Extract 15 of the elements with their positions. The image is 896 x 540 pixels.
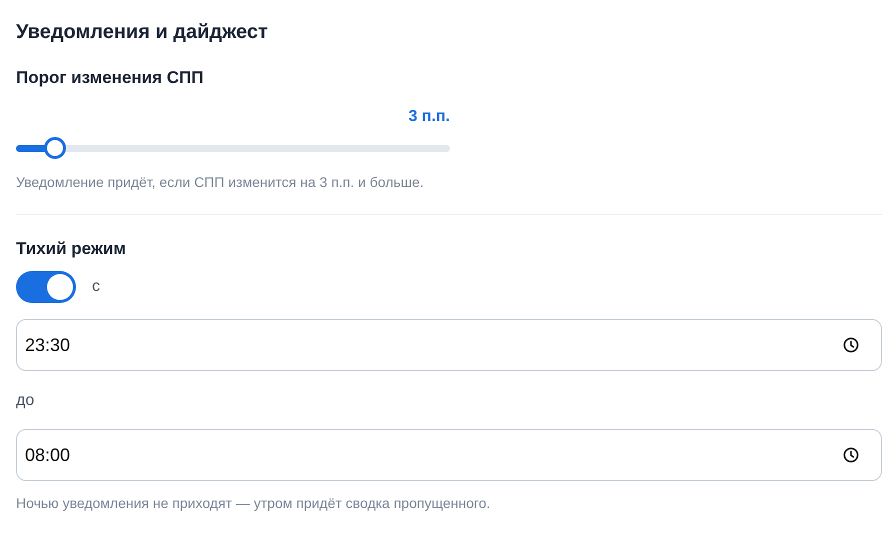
quiet-mode-hint: Ночью уведомления не приходят — утром придёт сводка пропущенного. [16,494,492,513]
section-title: Уведомления и дайджест [16,20,269,45]
quiet-mode-toggle[interactable] [16,271,76,303]
to-label: до [16,391,36,411]
threshold-hint: Уведомление придёт, если СПП изменится на 3 п.п. и больше. [16,173,425,192]
slider-thumb[interactable] [44,137,66,159]
threshold-value: 3 п.п. [407,107,450,127]
quiet-mode-label: Тихий режим [16,238,127,260]
from-label: с [92,278,100,296]
clock-icon [843,447,859,463]
clock-icon [843,337,859,353]
time-field[interactable]: 23:30 [16,319,882,371]
threshold-label: Порог изменения СПП [16,67,204,89]
time-field[interactable]: 08:00 [16,429,882,481]
threshold-slider[interactable] [16,137,450,159]
